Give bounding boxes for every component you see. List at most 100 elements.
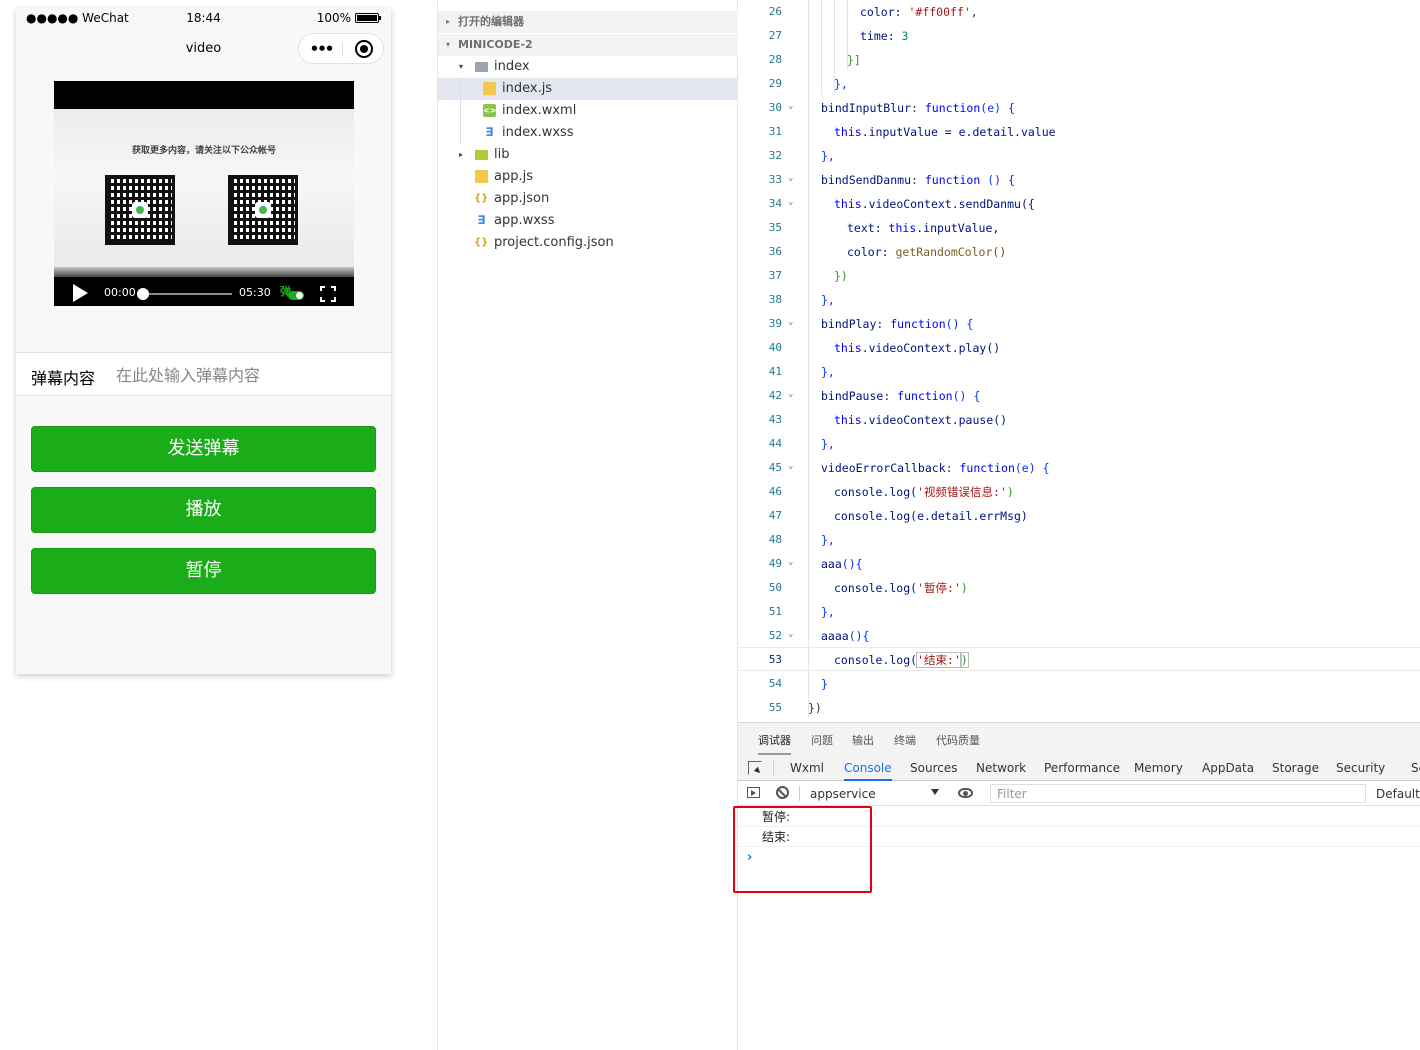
live-expression-eye-icon[interactable] bbox=[958, 788, 973, 798]
tab-output[interactable]: 输出 bbox=[852, 732, 874, 748]
tab-performance[interactable]: Performance bbox=[1044, 761, 1120, 775]
tree-item-app-js[interactable]: app.js bbox=[438, 166, 738, 188]
code-line: 31 this.inputValue = e.detail.value bbox=[768, 125, 1056, 139]
tree-item-index-folder[interactable]: ▾ index bbox=[438, 56, 738, 78]
tab-wxml[interactable]: Wxml bbox=[790, 761, 824, 775]
danmu-toggle[interactable]: 弹 bbox=[280, 283, 304, 301]
debugger-panel: 调试器 问题 输出 终端 代码质量 Wxml Console Sources N… bbox=[733, 722, 1420, 1050]
battery-indicator: 100% bbox=[317, 11, 381, 25]
fold-chevron-icon[interactable]: ⌄ bbox=[788, 550, 793, 574]
show-sidebar-icon[interactable] bbox=[747, 787, 760, 798]
tree-item-app-wxss[interactable]: ∃ app.wxss bbox=[438, 210, 738, 232]
tree-item-label: app.json bbox=[494, 191, 550, 206]
video-player[interactable]: 获取更多内容，请关注以下公众帐号 00:00 05:30 弹 bbox=[54, 81, 354, 306]
code-line: 27 time: 3 bbox=[768, 29, 909, 43]
console-filter-input[interactable] bbox=[990, 784, 1366, 803]
tree-indent-guide bbox=[460, 78, 461, 144]
code-line: 41}, bbox=[768, 365, 835, 379]
current-time: 00:00 bbox=[104, 286, 136, 299]
code-line: 45 ⌄ videoErrorCallback: function(e) { bbox=[738, 456, 1420, 480]
tab-debugger[interactable]: 调试器 bbox=[758, 732, 791, 755]
tree-item-label: index.wxss bbox=[502, 125, 574, 140]
code-line: 35 text: this.inputValue, bbox=[768, 221, 1000, 235]
code-line: 52 ⌄ aaaa(){ bbox=[738, 624, 1420, 648]
json-file-icon: {} bbox=[474, 237, 489, 248]
video-overlay-text: 获取更多内容，请关注以下公众帐号 bbox=[131, 146, 276, 156]
tab-storage[interactable]: Storage bbox=[1272, 761, 1319, 775]
tree-item-index-wxss[interactable]: ∃ index.wxss bbox=[438, 122, 738, 144]
progress-thumb[interactable] bbox=[137, 288, 149, 300]
red-highlight-annotation bbox=[733, 806, 872, 893]
code-line: 33 ⌄ bindSendDanmu: function () { bbox=[738, 168, 1420, 192]
play-icon[interactable] bbox=[73, 284, 88, 302]
close-mini-program-icon[interactable] bbox=[355, 40, 373, 58]
tab-sources[interactable]: Sources bbox=[910, 761, 957, 775]
fold-chevron-icon[interactable]: ⌄ bbox=[788, 310, 793, 334]
inspect-element-icon[interactable] bbox=[748, 761, 762, 775]
tab-appdata[interactable]: AppData bbox=[1202, 761, 1254, 775]
danmu-switch-icon bbox=[288, 291, 304, 300]
tab-terminal[interactable]: 终端 bbox=[894, 732, 916, 748]
wxml-file-icon: <> bbox=[483, 104, 497, 117]
tab-memory[interactable]: Memory bbox=[1134, 761, 1183, 775]
fold-chevron-icon[interactable]: ⌄ bbox=[788, 622, 793, 646]
wxss-file-icon: ∃ bbox=[485, 125, 494, 139]
send-danmu-button[interactable]: 发送弹幕 bbox=[31, 426, 376, 472]
chevron-right-icon: ▸ bbox=[446, 17, 451, 26]
tab-security[interactable]: Security bbox=[1336, 761, 1385, 775]
tab-code-quality[interactable]: 代码质量 bbox=[936, 732, 980, 748]
fold-chevron-icon[interactable]: ⌄ bbox=[788, 94, 793, 118]
log-levels-select[interactable]: Default l bbox=[1376, 787, 1420, 801]
js-file-icon bbox=[483, 82, 496, 95]
code-line-active: 53 console.log('结束:') bbox=[738, 647, 1420, 671]
open-editors-label: 打开的编辑器 bbox=[458, 15, 524, 28]
status-bar: ●●●●● WeChat 18:44 100% bbox=[16, 8, 391, 28]
capsule-divider bbox=[342, 42, 343, 57]
devtools-tab-bar: Wxml Console Sources Network Performance… bbox=[738, 755, 1420, 781]
context-select[interactable]: appservice bbox=[810, 787, 876, 801]
tree-item-app-json[interactable]: {} app.json bbox=[438, 188, 738, 210]
progress-bar[interactable] bbox=[137, 288, 232, 300]
code-line: 48}, bbox=[768, 533, 835, 547]
project-section[interactable]: ▾ MINICODE-2 bbox=[438, 34, 738, 56]
clear-console-icon[interactable] bbox=[776, 786, 789, 799]
tab-console[interactable]: Console bbox=[844, 761, 892, 781]
tree-item-index-js[interactable]: index.js bbox=[438, 78, 738, 100]
console-toolbar: appservice Default l bbox=[738, 781, 1420, 806]
open-editors-section[interactable]: ▸ 打开的编辑器 bbox=[438, 11, 738, 33]
more-icon[interactable]: ••• bbox=[309, 41, 335, 57]
phone-simulator: ●●●●● WeChat 18:44 100% video ••• 获取更多内容… bbox=[16, 8, 391, 674]
code-line: 50 console.log('暂停:') bbox=[768, 581, 968, 595]
devtools-window: ●●●●● WeChat 18:44 100% video ••• 获取更多内容… bbox=[0, 0, 1420, 1050]
tree-item-index-wxml[interactable]: <> index.wxml bbox=[438, 100, 738, 122]
code-editor[interactable]: 26 color: '#ff00ff', 27 time: 3 28}] 29}, … bbox=[738, 0, 1420, 722]
json-file-icon: {} bbox=[474, 193, 489, 204]
code-line: 55}) bbox=[768, 701, 822, 715]
fullscreen-icon[interactable] bbox=[320, 286, 336, 302]
danmu-form-row: 弹幕内容 bbox=[16, 352, 391, 396]
tab-problems[interactable]: 问题 bbox=[811, 732, 833, 748]
fold-chevron-icon[interactable]: ⌄ bbox=[788, 190, 793, 214]
tree-item-label: lib bbox=[494, 147, 510, 162]
tab-overflow[interactable]: Se bbox=[1411, 761, 1420, 775]
fold-chevron-icon[interactable]: ⌄ bbox=[788, 454, 793, 478]
tree-item-lib-folder[interactable]: ▸ lib bbox=[438, 144, 738, 166]
file-explorer: ▸ 打开的编辑器 ▾ MINICODE-2 ▾ index index.js <… bbox=[437, 0, 738, 1050]
pause-button[interactable]: 暂停 bbox=[31, 548, 376, 594]
code-line: 28}] bbox=[768, 53, 861, 67]
play-button[interactable]: 播放 bbox=[31, 487, 376, 533]
tree-item-project-config[interactable]: {} project.config.json bbox=[438, 232, 738, 254]
video-frame: 获取更多内容，请关注以下公众帐号 bbox=[54, 109, 354, 277]
tree-item-label: index bbox=[494, 59, 530, 74]
danmu-input[interactable] bbox=[116, 361, 376, 389]
fold-chevron-icon[interactable]: ⌄ bbox=[788, 382, 793, 406]
dropdown-caret-icon[interactable] bbox=[931, 789, 939, 795]
video-controls: 00:00 05:30 弹 bbox=[54, 267, 354, 306]
fold-chevron-icon[interactable]: ⌄ bbox=[788, 166, 793, 190]
code-line: 51}, bbox=[768, 605, 835, 619]
tree-item-label: project.config.json bbox=[494, 235, 614, 250]
code-line: 29}, bbox=[768, 77, 848, 91]
tab-network[interactable]: Network bbox=[976, 761, 1026, 775]
nav-bar: video ••• bbox=[16, 28, 391, 72]
chevron-right-icon: ▸ bbox=[459, 150, 464, 159]
